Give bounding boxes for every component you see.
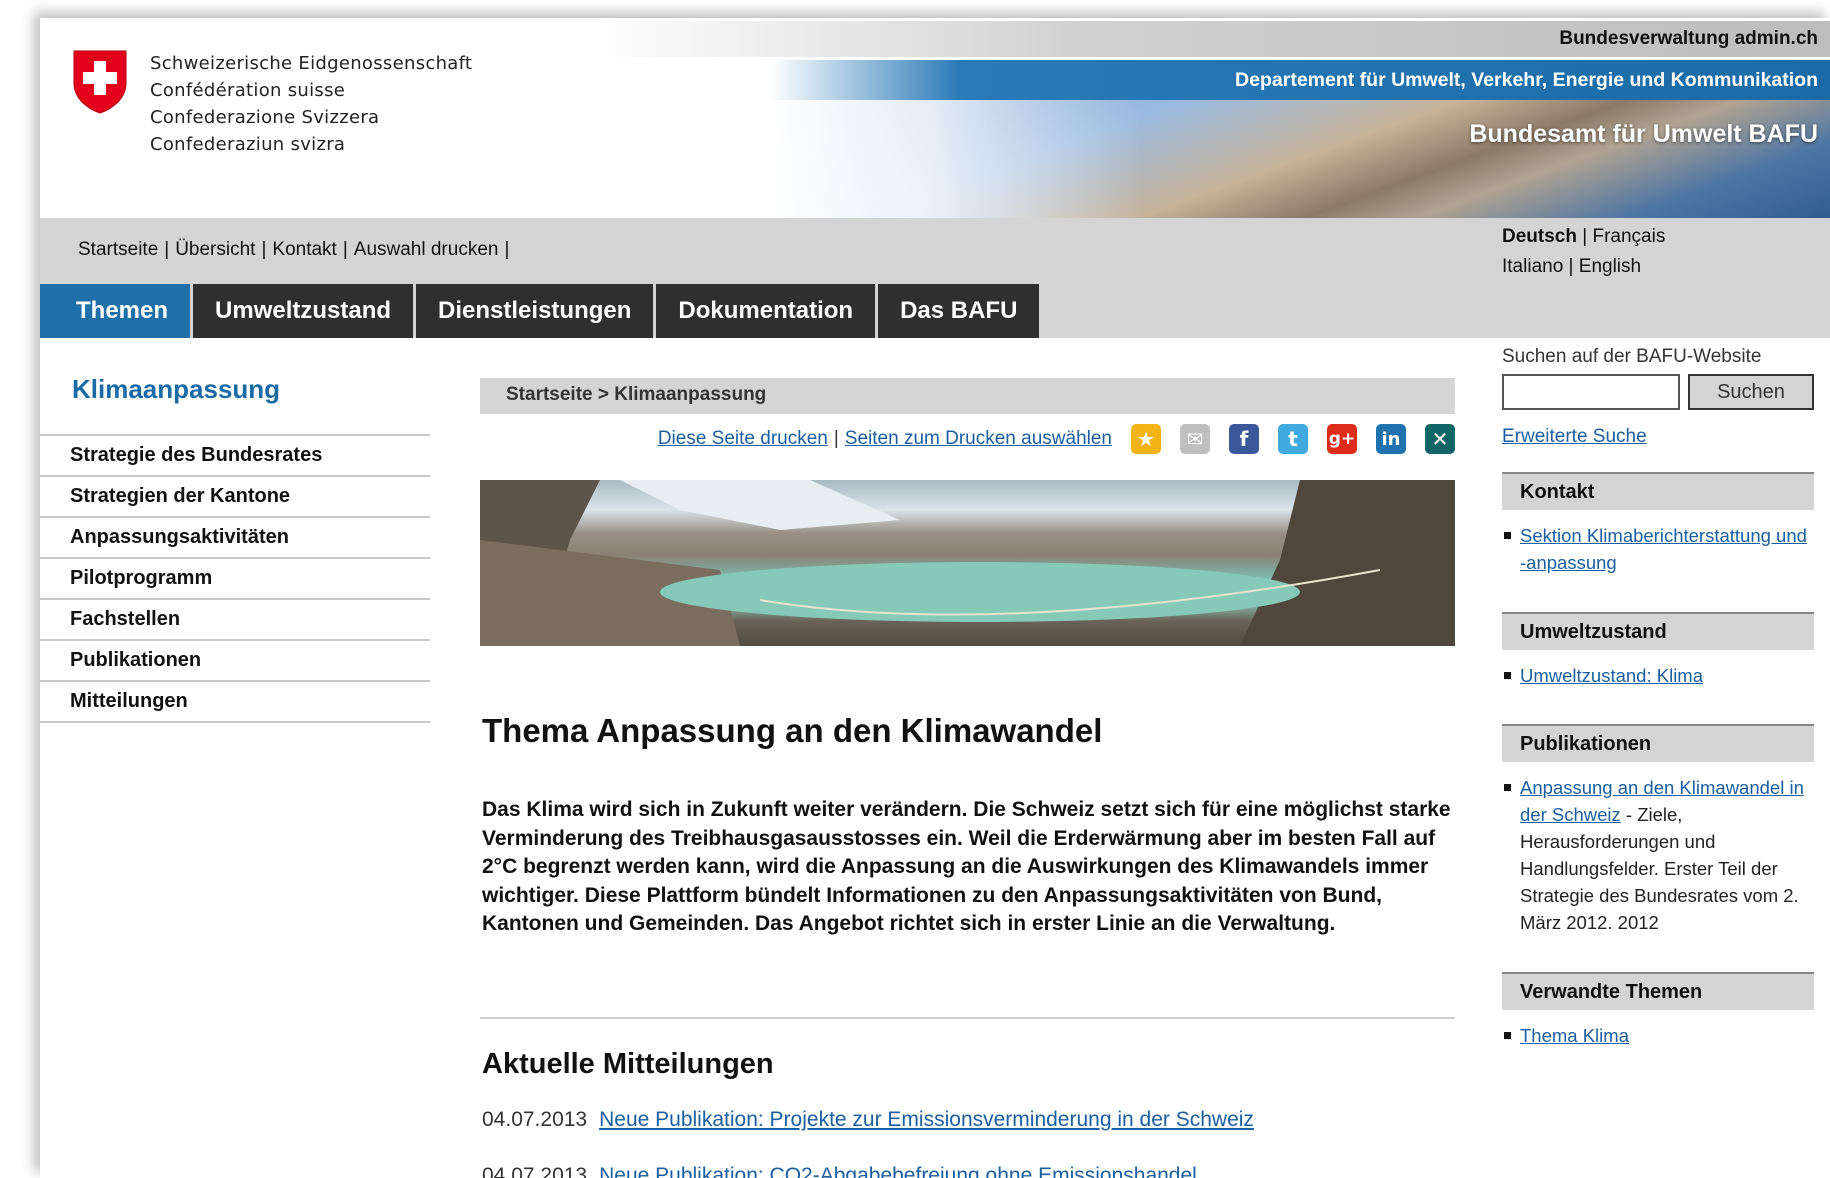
search-label: Suchen auf der BAFU-Website xyxy=(1502,346,1762,367)
breadcrumb: Startseite > Klimaanpassung xyxy=(480,378,1455,414)
nav-tab-umweltzustand[interactable]: Umweltzustand xyxy=(193,284,417,338)
news-heading: Aktuelle Mitteilungen xyxy=(482,1048,774,1080)
email-icon[interactable]: ✉ xyxy=(1180,424,1210,454)
env-state-box-item: Umweltzustand: Klima xyxy=(1502,662,1814,689)
separator: | xyxy=(833,428,839,449)
federal-admin-strip: Bundesverwaltung admin.ch xyxy=(590,21,1830,57)
util-link-home[interactable]: Startseite xyxy=(78,239,158,261)
utility-links: Startseite | Übersicht | Kontakt | Auswahl … xyxy=(78,239,515,261)
section-title[interactable]: Klimaanpassung xyxy=(72,374,280,405)
main-navigation: Themen Umweltzustand Dienstleistungen Do… xyxy=(40,284,1830,338)
nav-tab-das-bafu[interactable]: Das BAFU xyxy=(878,284,1043,338)
contact-box-item: Sektion Klimaberichterstattung und -anpa… xyxy=(1502,522,1814,576)
nav-tab-dienstleistungen[interactable]: Dienstleistungen xyxy=(416,284,657,338)
related-topics-box-heading: Verwandte Themen xyxy=(1502,972,1814,1010)
swiss-coat-of-arms-icon[interactable] xyxy=(72,49,128,115)
confed-line-fr: Confédération suisse xyxy=(150,80,346,101)
favorite-star-icon[interactable]: ★ xyxy=(1131,424,1161,454)
util-link-contact[interactable]: Kontakt xyxy=(272,239,336,261)
menu-item-strategien-kantone[interactable]: Strategien der Kantone xyxy=(40,477,430,518)
menu-item-strategie-bundesrat[interactable]: Strategie des Bundesrates xyxy=(40,436,430,477)
linkedin-icon[interactable]: in xyxy=(1376,424,1406,454)
office-name[interactable]: Bundesamt für Umwelt BAFU xyxy=(1469,120,1818,149)
env-state-box-heading: Umweltzustand xyxy=(1502,612,1814,650)
browser-page: Schweizerische Eidgenossenschaft Confédé… xyxy=(40,18,1830,1178)
xing-icon[interactable]: ✕ xyxy=(1425,424,1455,454)
news-link[interactable]: Neue Publikation: CO2-Abgabebefreiung oh… xyxy=(599,1164,1197,1178)
twitter-icon[interactable]: t xyxy=(1278,424,1308,454)
site-header: Schweizerische Eidgenossenschaft Confédé… xyxy=(40,18,1830,218)
hero-illustration xyxy=(480,480,1455,646)
util-link-print-selection[interactable]: Auswahl drucken xyxy=(354,239,499,261)
publications-box-item: Anpassung an den Klimawandel in der Schw… xyxy=(1502,774,1814,936)
facebook-icon[interactable]: f xyxy=(1229,424,1259,454)
news-date: 04.07.2013 xyxy=(482,1108,588,1131)
lang-link-en[interactable]: English xyxy=(1579,256,1641,277)
language-switcher: Deutsch | Français Italiano | English xyxy=(1502,226,1666,277)
news-item: 04.07.2013 Neue Publikation: CO2-Abgabebe… xyxy=(482,1164,1197,1178)
federal-admin-link[interactable]: Bundesverwaltung admin.ch xyxy=(1559,28,1818,50)
content-divider xyxy=(480,1017,1455,1019)
related-topics-box-item: Thema Klima xyxy=(1502,1022,1814,1049)
separator: | xyxy=(342,239,348,260)
lang-link-it[interactable]: Italiano xyxy=(1502,256,1563,277)
menu-item-publikationen[interactable]: Publikationen xyxy=(40,641,430,682)
confederation-names: Schweizerische Eidgenossenschaft Confédé… xyxy=(150,50,472,158)
contact-box-heading: Kontakt xyxy=(1502,472,1814,510)
glacier xyxy=(620,480,900,530)
search-input[interactable] xyxy=(1502,374,1680,410)
header-banner-image: Bundesamt für Umwelt BAFU xyxy=(770,100,1830,218)
right-rock xyxy=(1240,480,1455,646)
publications-box-heading: Publikationen xyxy=(1502,724,1814,762)
select-pages-print-link[interactable]: Seiten zum Drucken auswählen xyxy=(845,428,1112,450)
advanced-search-link[interactable]: Erweiterte Suche xyxy=(1502,426,1647,448)
page-title: Thema Anpassung an den Klimawandel xyxy=(482,712,1103,749)
menu-item-pilotprogramm[interactable]: Pilotprogramm xyxy=(40,559,430,600)
intro-text: Das Klima wird sich in Zukunft weiter ve… xyxy=(482,798,1451,935)
glacier-lake xyxy=(660,562,1300,622)
news-date: 04.07.2013 xyxy=(482,1164,588,1178)
google-plus-icon[interactable]: g+ xyxy=(1327,424,1357,454)
confed-line-rm: Confederaziun svizra xyxy=(150,134,346,155)
print-page-link[interactable]: Diese Seite drucken xyxy=(658,428,828,450)
menu-item-fachstellen[interactable]: Fachstellen xyxy=(40,600,430,641)
confed-line-de: Schweizerische Eidgenossenschaft xyxy=(150,53,473,74)
share-toolbar: Diese Seite drucken | Seiten zum Drucken… xyxy=(658,424,1455,454)
lang-current-de: Deutsch xyxy=(1502,226,1577,247)
menu-item-mitteilungen[interactable]: Mitteilungen xyxy=(40,682,430,723)
separator: | xyxy=(261,239,267,260)
menu-item-anpassungsaktivitaeten[interactable]: Anpassungsaktivitäten xyxy=(40,518,430,559)
nav-tab-themen[interactable]: Themen xyxy=(40,284,194,338)
env-state-climate-link[interactable]: Umweltzustand: Klima xyxy=(1520,665,1703,686)
climate-topic-link[interactable]: Thema Klima xyxy=(1520,1025,1629,1046)
confed-line-it: Confederazione Svizzera xyxy=(150,107,380,128)
news-link[interactable]: Neue Publikation: Projekte zur Emissions… xyxy=(599,1108,1254,1131)
search-button[interactable]: Suchen xyxy=(1688,374,1814,410)
glacier-lake-hero-image xyxy=(480,480,1455,646)
separator: | xyxy=(164,239,170,260)
util-link-overview[interactable]: Übersicht xyxy=(175,239,255,261)
department-bar: Departement für Umwelt, Verkehr, Energie… xyxy=(770,60,1830,100)
contact-section-link[interactable]: Sektion Klimaberichterstattung und -anpa… xyxy=(1520,525,1807,573)
utility-bar: Startseite | Übersicht | Kontakt | Auswahl … xyxy=(40,218,1830,284)
nav-tab-dokumentation[interactable]: Dokumentation xyxy=(656,284,879,338)
separator: | xyxy=(504,239,510,260)
department-link[interactable]: Departement für Umwelt, Verkehr, Energie… xyxy=(1235,69,1818,92)
lang-link-fr[interactable]: Français xyxy=(1592,226,1665,247)
news-item: 04.07.2013 Neue Publikation: Projekte zur… xyxy=(482,1108,1254,1132)
section-menu: Strategie des Bundesrates Strategien der… xyxy=(40,434,430,723)
